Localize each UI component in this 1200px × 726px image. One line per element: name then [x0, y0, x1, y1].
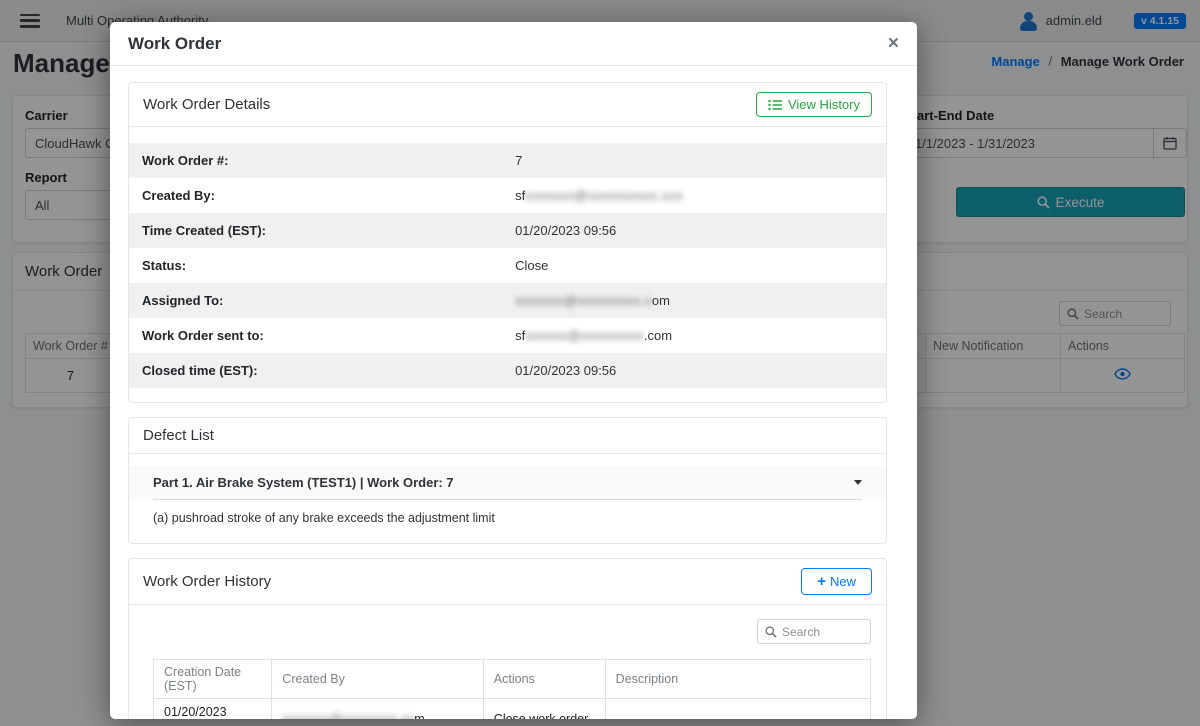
modal-header: Work Order × — [110, 22, 917, 66]
work-order-details-card: Work Order Details View History Work Ord… — [128, 82, 887, 403]
work-order-history-card: Work Order History + New Creation Date (… — [128, 558, 887, 719]
history-card-title: Work Order History — [143, 573, 272, 590]
details-card-title: Work Order Details — [143, 96, 271, 113]
redacted-email: xxxxxxx@xxxxxxxxxx.xxx — [525, 188, 683, 203]
history-row: 01/20/2023 10:04 xxxxxxx@xxxxxxxx.xxm Cl… — [152, 698, 872, 719]
detail-row-closed-time: Closed time (EST): 01/20/2023 09:56 — [129, 353, 886, 388]
view-history-button[interactable]: View History — [755, 92, 872, 117]
history-search[interactable] — [757, 619, 871, 644]
defect-list-card: Defect List Part 1. Air Brake System (TE… — [128, 417, 887, 544]
redacted-email: xxxxxxx@xxxxxxxxx.x — [515, 293, 652, 308]
defect-accordion-header[interactable]: Part 1. Air Brake System (TEST1) | Work … — [129, 466, 886, 499]
col-description: Description — [604, 659, 872, 699]
defect-list-title: Defect List — [143, 427, 214, 444]
detail-row-assigned-to: Assigned To: xxxxxxx@xxxxxxxxx.xom — [129, 283, 886, 318]
details-table: Work Order #: 7 Created By: sfxxxxxxx@xx… — [129, 127, 886, 402]
detail-row-time-created: Time Created (EST): 01/20/2023 09:56 — [129, 213, 886, 248]
detail-row-sent-to: Work Order sent to: sfxxxxxx@xxxxxxxxx.c… — [142, 328, 673, 343]
defect-item-title: Part 1. Air Brake System (TEST1) | Work … — [153, 475, 454, 490]
detail-row-status: Status: Close — [142, 258, 549, 273]
search-icon — [765, 625, 777, 638]
redacted-email: xxxxxx@xxxxxxxxx — [525, 328, 644, 343]
detail-row-work-order-number: Work Order #: 7 — [129, 143, 886, 178]
detail-row-created-by: Created By: sfxxxxxxx@xxxxxxxxxx.xxx — [142, 188, 683, 203]
col-creation-date: Creation Date (EST) — [152, 659, 273, 699]
history-table: Creation Date (EST) Created By Actions D… — [152, 659, 872, 719]
history-search-input[interactable] — [782, 624, 852, 639]
chevron-down-icon — [854, 480, 862, 485]
redacted-email: xxxxxxx@xxxxxxxx.xx — [282, 712, 415, 719]
list-icon — [768, 99, 782, 110]
new-button[interactable]: + New — [801, 568, 872, 595]
col-actions: Actions — [482, 659, 606, 699]
close-icon[interactable]: × — [888, 34, 899, 53]
work-order-modal: Work Order × Work Order Details View His… — [110, 22, 917, 719]
modal-title: Work Order — [128, 33, 222, 53]
col-created-by: Created By — [271, 659, 484, 699]
plus-icon: + — [817, 573, 826, 590]
defect-item-description: (a) pushroad stroke of any brake exceeds… — [153, 511, 495, 525]
